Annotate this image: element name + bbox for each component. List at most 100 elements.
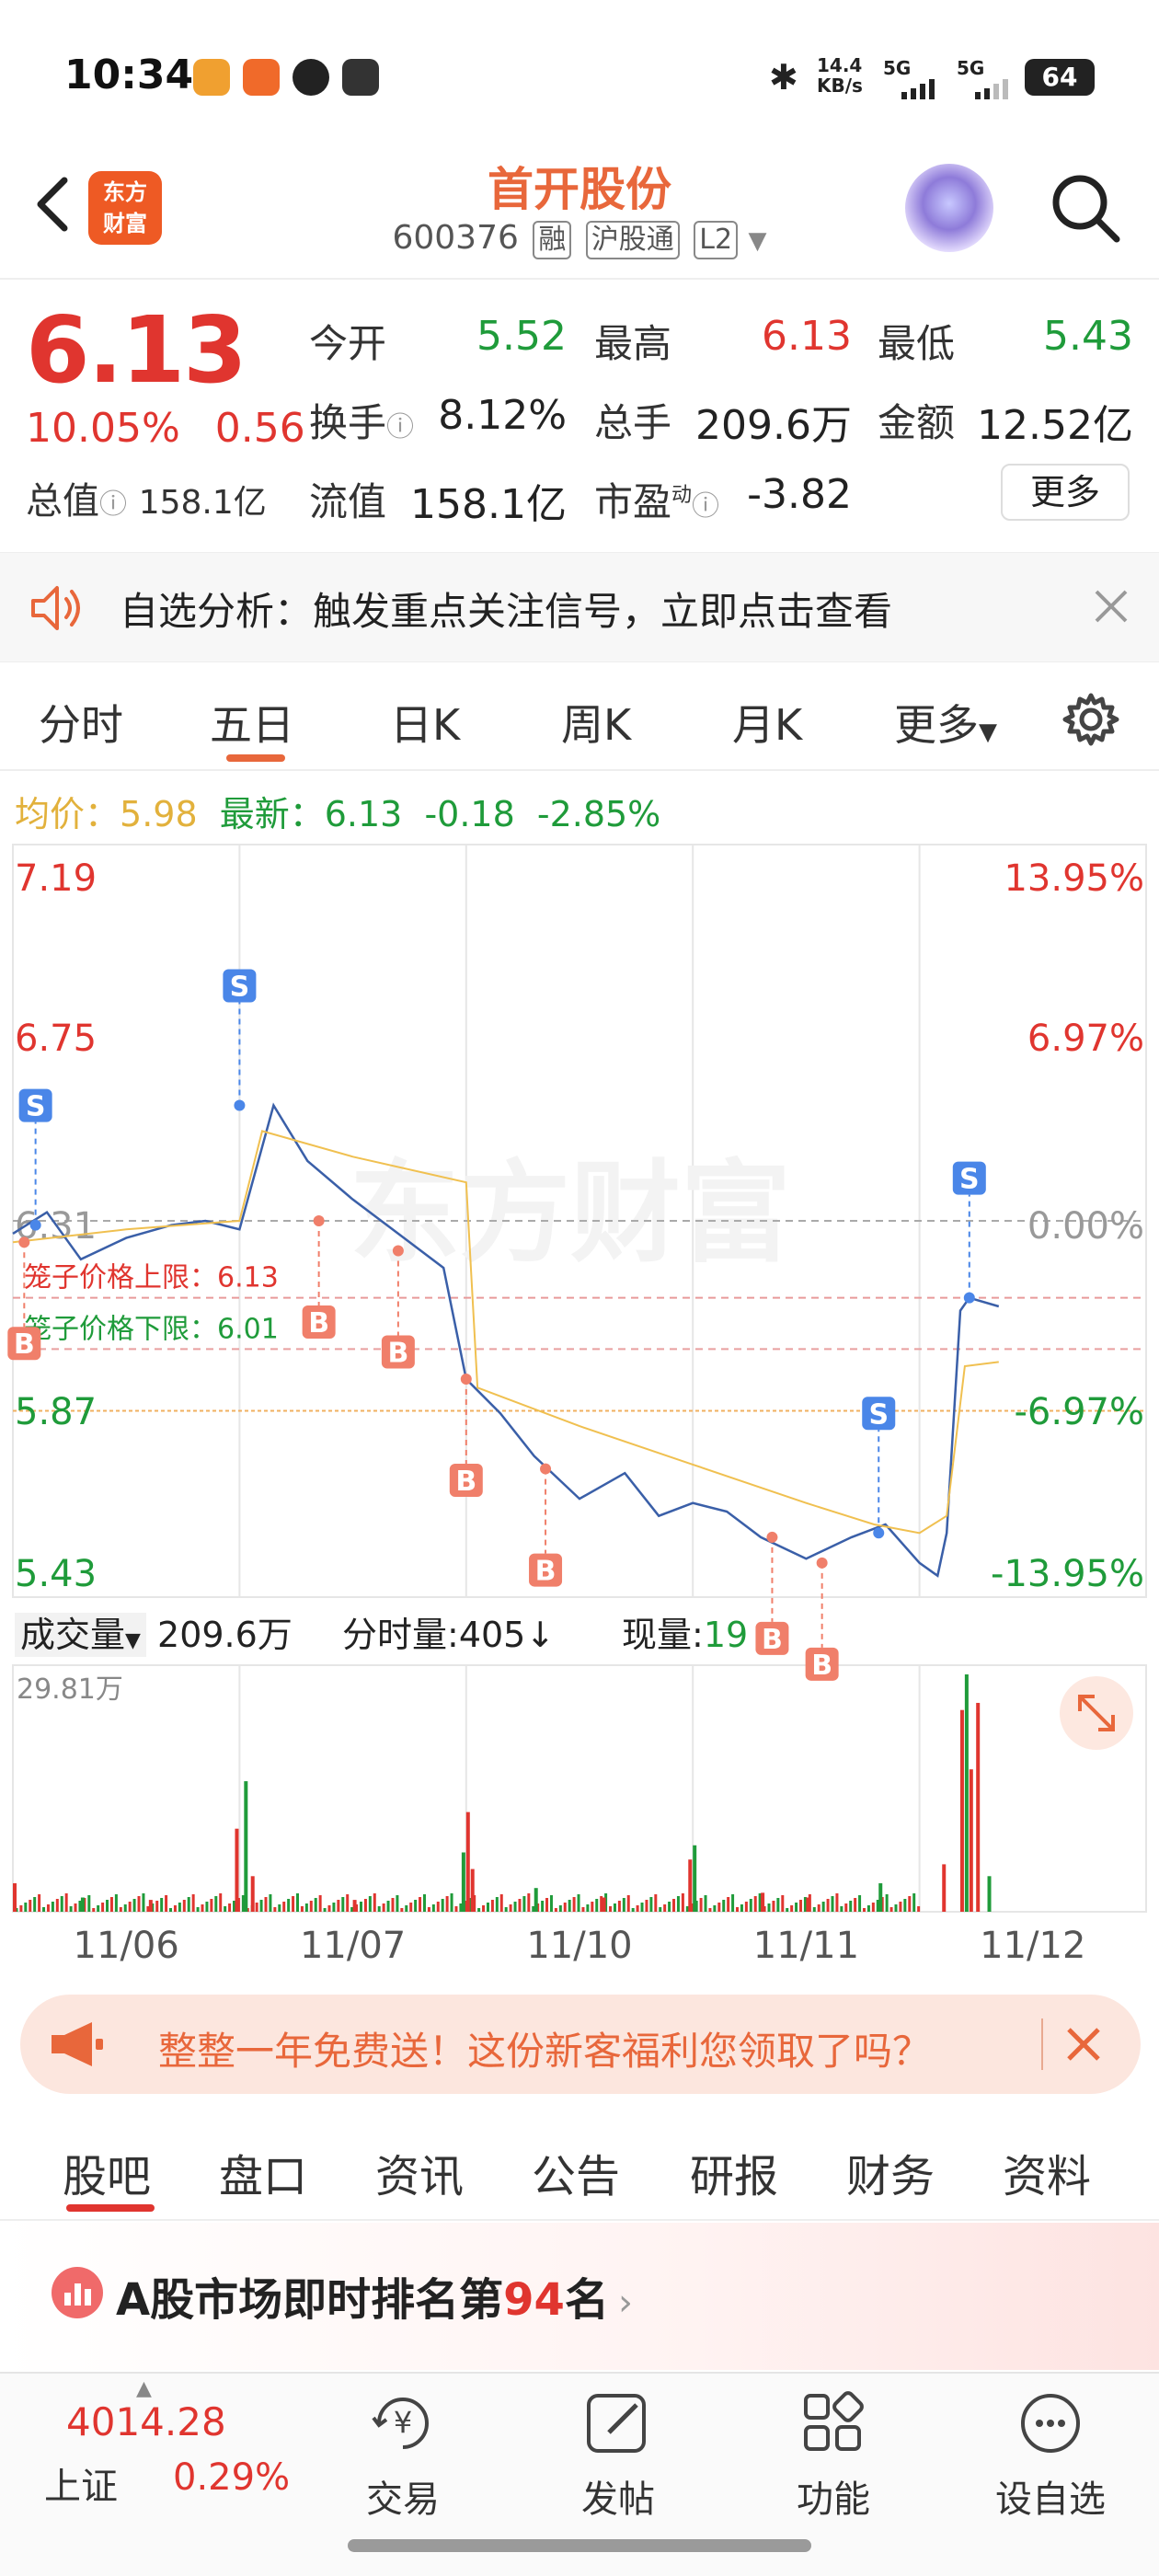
index-name[interactable]: 上证 <box>44 2456 118 2510</box>
volume-bar <box>806 1897 810 1912</box>
volume-bar <box>866 1905 870 1912</box>
volume-bar <box>368 1896 372 1912</box>
volume-bar <box>761 1892 765 1912</box>
tab-finance[interactable]: 财务 <box>846 2140 935 2204</box>
volume-bar <box>668 1902 671 1912</box>
volume-selector[interactable]: 成交量▼ <box>15 1613 146 1657</box>
volume-bar <box>591 1902 594 1912</box>
volume-bar <box>513 1902 517 1912</box>
tick-volume: 分时量:405↓ <box>342 1615 556 1655</box>
index-value[interactable]: 4014.28 <box>66 2399 226 2444</box>
volume-bar <box>296 1893 299 1912</box>
volume-bar <box>352 1900 357 1912</box>
close-icon[interactable] <box>1063 2024 1104 2064</box>
volume-bar <box>767 1903 771 1912</box>
volume-bar <box>314 1898 317 1912</box>
volume-bar <box>613 1903 616 1912</box>
volume-bar <box>60 1896 63 1912</box>
volume-bar <box>527 1893 531 1912</box>
marker-label: B <box>387 1338 408 1370</box>
volume-bar <box>908 1896 912 1912</box>
volume-bar <box>182 1900 186 1912</box>
volume-bar <box>654 1894 658 1912</box>
volume-bar <box>382 1903 385 1912</box>
marker-dot <box>234 1099 246 1111</box>
volume-bar <box>304 1903 308 1912</box>
volume-total: 209.6万 <box>157 1615 293 1655</box>
volume-bar <box>109 1897 113 1912</box>
volume-bar <box>636 1905 639 1912</box>
volume-bar <box>894 1904 898 1912</box>
volume-bar <box>13 1883 17 1912</box>
volume-bar <box>461 1852 465 1912</box>
promo-banner[interactable]: 整整一年免费送！这份新客福利您领取了吗？ <box>20 1995 1141 2094</box>
tab-pankou[interactable]: 盘口 <box>219 2140 307 2204</box>
edit-icon[interactable] <box>581 2386 655 2460</box>
volume-bar <box>534 1888 538 1912</box>
volume-bar <box>309 1901 313 1912</box>
y-left-tick: 5.87 <box>15 1391 97 1433</box>
volume-bar <box>781 1895 785 1912</box>
marker-label: B <box>762 1624 783 1656</box>
marker-dot <box>873 1527 885 1539</box>
volume-bar <box>676 1896 680 1912</box>
nav-trade[interactable]: 交易 <box>320 2469 486 2523</box>
tab-news[interactable]: 资讯 <box>375 2140 464 2204</box>
marker-label: S <box>959 1164 980 1196</box>
volume-bar <box>148 1900 153 1912</box>
marker-label: S <box>230 972 250 1004</box>
marker-dot <box>392 1245 404 1257</box>
marker-dot <box>29 1219 41 1231</box>
volume-bar <box>844 1903 848 1912</box>
volume-bar <box>912 1893 916 1912</box>
volume-bar <box>29 1900 32 1912</box>
promo-text: 整整一年免费送！这份新客福利您领取了吗？ <box>158 2029 932 2074</box>
volume-bar <box>178 1903 181 1912</box>
volume-bar <box>577 1894 580 1912</box>
volume-bar <box>899 1902 902 1912</box>
caret-up-icon: ▲ <box>136 2377 152 2400</box>
volume-bar <box>427 1907 430 1912</box>
tab-research[interactable]: 研报 <box>690 2140 778 2204</box>
volume-bar <box>504 1907 508 1912</box>
nav-add-watchlist[interactable]: 设自选 <box>968 2469 1133 2523</box>
volume-bar <box>201 1904 204 1912</box>
volume-bar <box>332 1903 336 1912</box>
volume-bar <box>617 1901 621 1912</box>
volume-bar <box>359 1902 362 1912</box>
volume-bar <box>549 1895 553 1912</box>
grid-icon[interactable] <box>797 2386 870 2460</box>
nav-post[interactable]: 发帖 <box>535 2469 701 2523</box>
y-right-tick: -13.95% <box>991 1553 1144 1595</box>
tab-guba[interactable]: 股吧 <box>63 2140 151 2204</box>
tab-announcements[interactable]: 公告 <box>532 2140 620 2204</box>
volume-bar <box>391 1898 395 1912</box>
volume-bar <box>128 1902 132 1912</box>
volume-bar <box>659 1907 662 1912</box>
volume-bar <box>132 1899 136 1912</box>
volume-bar <box>87 1895 91 1912</box>
tab-profile[interactable]: 资料 <box>1003 2140 1091 2204</box>
volume-bar <box>964 1674 969 1912</box>
tab-active-indicator <box>66 2204 155 2212</box>
marker-label: S <box>26 1091 46 1123</box>
current-volume: 现量:19 <box>622 1615 749 1655</box>
volume-bar <box>753 1896 757 1912</box>
index-change[interactable]: 0.29% <box>173 2456 290 2499</box>
volume-bar <box>776 1898 780 1912</box>
five-day-chart[interactable]: 东方财富笼子价格上限：6.13笼子价格下限：6.017.196.756.315.… <box>0 0 1159 1987</box>
y-right-tick: 13.95% <box>1004 857 1144 900</box>
volume-bar <box>422 1894 426 1912</box>
volume-bar <box>903 1899 907 1912</box>
volume-bar <box>55 1899 59 1912</box>
nav-functions[interactable]: 功能 <box>751 2469 916 2523</box>
marker-dot <box>963 1292 975 1304</box>
volume-bar <box>235 1828 239 1912</box>
market-rank[interactable]: A股市场即时排名第94名 › <box>116 2263 633 2328</box>
volume-bar <box>976 1702 981 1912</box>
trade-icon[interactable]: ¥ <box>366 2386 440 2460</box>
more-dots-icon[interactable] <box>1014 2386 1087 2460</box>
marker-dot <box>313 1215 325 1226</box>
volume-bar <box>509 1904 512 1912</box>
volume-bar <box>165 1895 168 1912</box>
